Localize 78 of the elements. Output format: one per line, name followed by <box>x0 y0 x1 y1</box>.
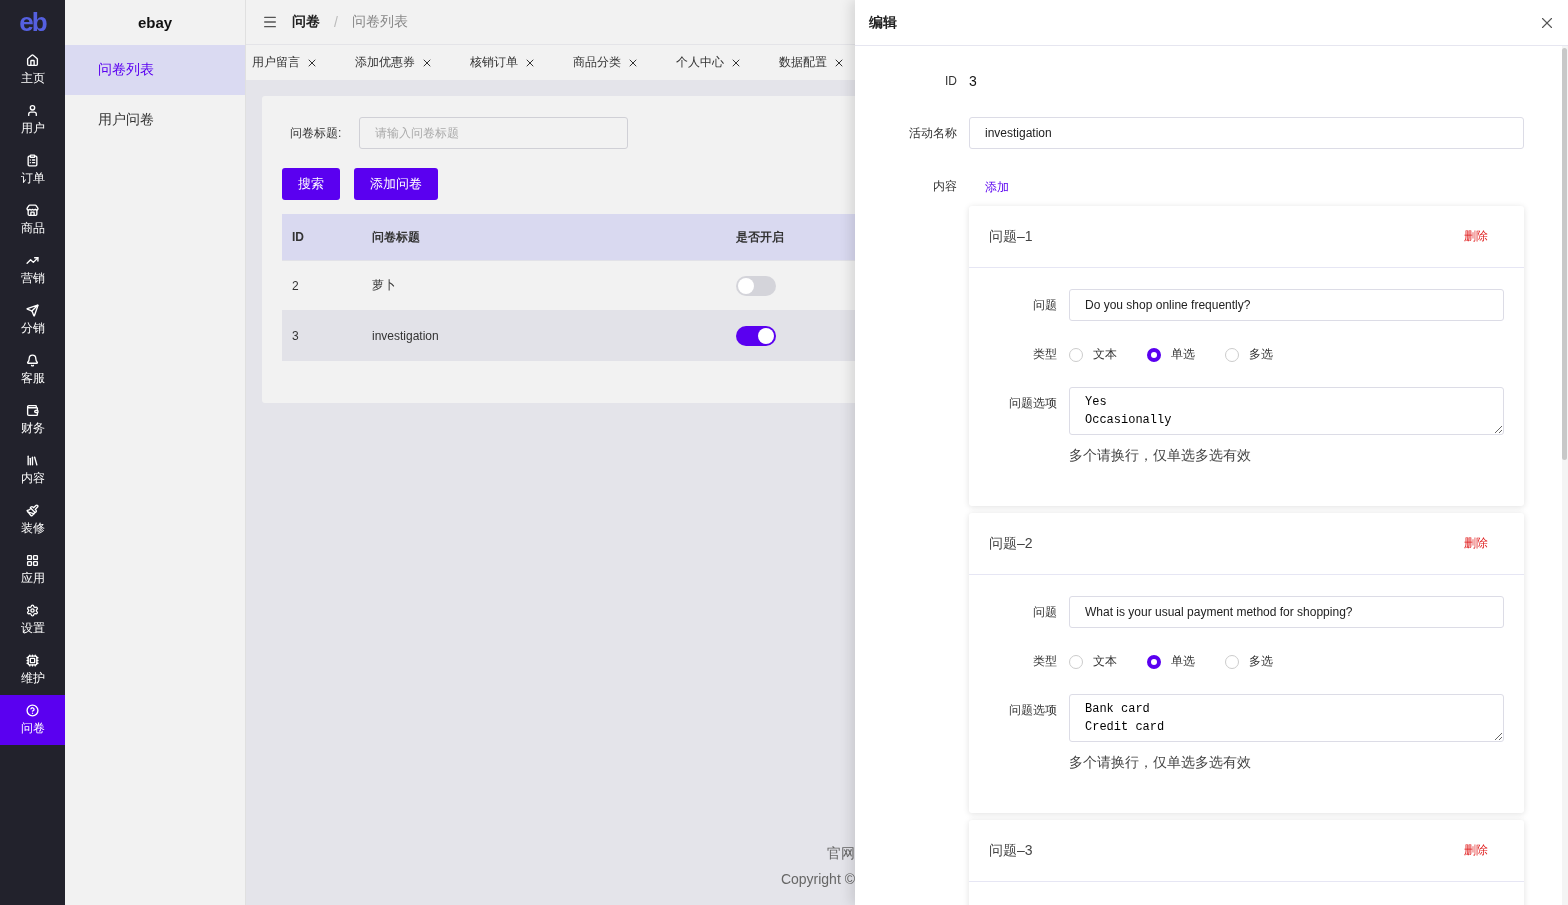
table-cell-text: 萝卜 <box>372 277 397 294</box>
column-header: 问卷标题 <box>372 228 421 246</box>
name-field[interactable]: investigation <box>969 117 1524 149</box>
tab-label[interactable]: 商品分类 <box>573 54 621 71</box>
nav-item[interactable]: 设置 <box>0 595 65 645</box>
radio-option[interactable]: 文本 <box>1069 346 1117 363</box>
nav-item[interactable]: 分销 <box>0 295 65 345</box>
radio-option[interactable]: 单选 <box>1147 346 1195 363</box>
delete-link[interactable]: 删除 <box>1464 535 1488 552</box>
field-label: 问题选项 <box>1008 702 1057 719</box>
options-field[interactable]: Yes Occasionally <box>1069 387 1504 435</box>
question-field[interactable]: What is your usual payment method for shopping? <box>1069 596 1504 628</box>
field-label: 类型 <box>1032 346 1057 363</box>
field-label: 问卷标题: <box>290 124 342 142</box>
footer-link[interactable]: 官网 <box>827 845 855 863</box>
radio-option[interactable]: 单选 <box>1147 653 1195 670</box>
table-row[interactable]: 3 investigation <box>282 311 855 361</box>
app-title: ebay <box>136 13 174 33</box>
hint-text: 多个请换行，仅单选多选有效 <box>1069 447 1252 465</box>
column-header: ID <box>292 230 305 244</box>
nav-item[interactable]: 商品 <box>0 195 65 245</box>
nav-item[interactable]: 营销 <box>0 245 65 295</box>
tab[interactable]: 添加优惠券 <box>355 54 433 71</box>
question-title: 问题–1 <box>989 227 1033 246</box>
add-button[interactable]: 添加问卷 <box>354 168 438 200</box>
tab[interactable]: 个人中心 <box>676 54 742 71</box>
nav-item[interactable]: 装修 <box>0 495 65 545</box>
field-label: 活动名称 <box>908 124 957 142</box>
radio-option[interactable]: 多选 <box>1225 346 1273 363</box>
radio-option[interactable]: 多选 <box>1225 653 1273 670</box>
nav-item[interactable]: 客服 <box>0 345 65 395</box>
table-cell-text: investigation <box>372 328 440 343</box>
breadcrumb-item: 问卷列表 <box>351 13 408 31</box>
breadcrumb-separator: / <box>334 14 338 30</box>
question-title: 问题–3 <box>989 841 1033 860</box>
nav-item[interactable]: 问卷 <box>0 695 65 745</box>
nav-item[interactable]: 维护 <box>0 645 65 695</box>
field-label: 问题 <box>1032 603 1057 621</box>
field-label: 问题 <box>1032 296 1057 314</box>
tab-label[interactable]: 核销订单 <box>470 54 518 71</box>
delete-link[interactable]: 删除 <box>1464 842 1488 859</box>
field-label: ID <box>944 74 957 88</box>
nav-item[interactable]: 内容 <box>0 445 65 495</box>
add-link[interactable]: 添加 <box>969 180 1009 194</box>
nav-item[interactable]: 应用 <box>0 545 65 595</box>
breadcrumb-item[interactable]: 问卷 <box>292 13 320 31</box>
tab-label[interactable]: 个人中心 <box>676 54 724 71</box>
table-cell-text: 2 <box>292 278 300 293</box>
field-label: 类型 <box>1032 653 1057 670</box>
tab-label[interactable]: 数据配置 <box>779 54 827 71</box>
delete-link[interactable]: 删除 <box>1464 228 1488 245</box>
hint-text: 多个请换行，仅单选多选有效 <box>1069 754 1252 772</box>
tab-label[interactable]: 添加优惠券 <box>355 54 415 71</box>
tab[interactable]: 用户留言 <box>252 54 318 71</box>
submenu-item[interactable]: 问卷列表 <box>65 45 245 95</box>
tab[interactable]: 数据配置 <box>779 54 845 71</box>
tab[interactable]: 核销订单 <box>470 54 536 71</box>
table-cell-text: 3 <box>292 328 300 343</box>
logo: eb <box>18 6 48 39</box>
search-button[interactable]: 搜索 <box>282 168 340 200</box>
nav-item[interactable]: 订单 <box>0 145 65 195</box>
nav-item[interactable]: 用户 <box>0 95 65 145</box>
column-header: 是否开启 <box>736 228 785 246</box>
field-label: 问题选项 <box>1008 395 1057 412</box>
nav-item[interactable]: 主页 <box>0 45 65 95</box>
copyright-text: Copyright © <box>780 871 855 887</box>
drawer-title: 编辑 <box>869 13 897 32</box>
question-field[interactable]: Do you shop online frequently? <box>1069 289 1504 321</box>
options-field[interactable]: Bank card Credit card <box>1069 694 1504 742</box>
submenu-item[interactable]: 用户问卷 <box>65 95 245 145</box>
field-label: 内容 <box>932 178 957 195</box>
question-title: 问题–2 <box>989 534 1033 553</box>
tab[interactable]: 商品分类 <box>573 54 639 71</box>
radio-option[interactable]: 文本 <box>1069 653 1117 670</box>
nav-item[interactable]: 财务 <box>0 395 65 445</box>
tab-label[interactable]: 用户留言 <box>252 54 300 71</box>
id-value: 3 <box>969 73 978 89</box>
search-field[interactable]: 请输入问卷标题 <box>359 117 629 149</box>
